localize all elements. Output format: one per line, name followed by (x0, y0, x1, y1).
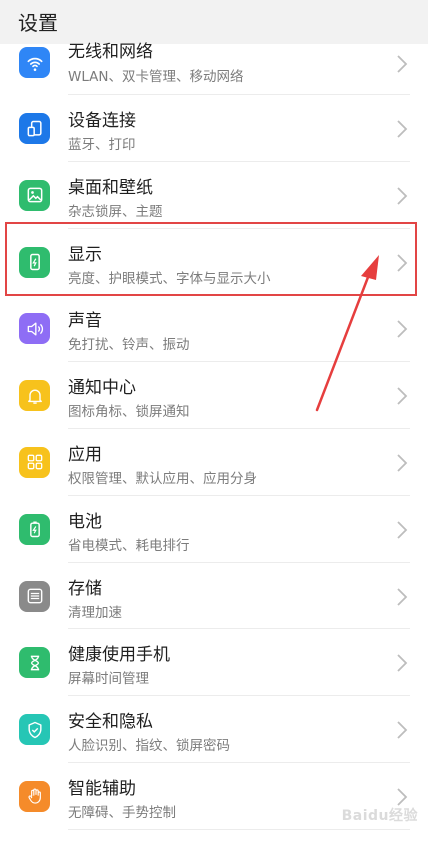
item-subtitle: 杂志锁屏、主题 (68, 203, 163, 220)
item-title: 显示 (68, 244, 102, 265)
watermark-text: Baidu经验 (341, 808, 418, 824)
settings-item-battery[interactable]: 电池 省电模式、耗电排行 (0, 495, 428, 563)
item-subtitle: WLAN、双卡管理、移动网络 (68, 69, 244, 85)
settings-item-wallpaper[interactable]: 桌面和壁纸 杂志锁屏、主题 (0, 161, 428, 229)
chevron-right-icon (396, 787, 408, 807)
item-subtitle: 人脸识别、指纹、锁屏密码 (68, 738, 230, 755)
item-title: 桌面和壁纸 (68, 177, 153, 198)
chevron-right-icon (396, 386, 408, 406)
settings-item-network[interactable]: 无线和网络 WLAN、双卡管理、移动网络 (0, 42, 428, 95)
settings-list: 无线和网络 WLAN、双卡管理、移动网络 设备连接 蓝牙、打印 桌面和壁纸 杂志… (0, 42, 428, 830)
item-subtitle: 省电模式、耗电排行 (68, 537, 190, 554)
hand-icon (19, 780, 50, 812)
item-title: 声音 (68, 311, 102, 332)
settings-item-display[interactable]: 显示 亮度、护眼模式、字体与显示大小 (0, 228, 428, 296)
item-subtitle: 蓝牙、打印 (68, 137, 136, 153)
page-title: 设置 (18, 11, 58, 35)
watermark: Baidu经验 (342, 805, 418, 825)
settings-item-apps[interactable]: 应用 权限管理、默认应用、应用分身 (0, 428, 428, 496)
item-subtitle: 权限管理、默认应用、应用分身 (68, 470, 257, 487)
battery-icon (19, 513, 50, 545)
item-title: 存储 (68, 578, 102, 599)
settings-item-notifications[interactable]: 通知中心 图标角标、锁屏通知 (0, 362, 428, 429)
item-subtitle: 亮度、护眼模式、字体与显示大小 (68, 270, 271, 287)
chevron-right-icon (396, 453, 408, 473)
chevron-right-icon (396, 253, 408, 273)
item-title: 安全和隐私 (68, 712, 153, 733)
chevron-right-icon (396, 319, 408, 339)
chevron-right-icon (396, 186, 408, 206)
wifi-icon (19, 47, 50, 78)
item-subtitle: 无障碍、手势控制 (68, 804, 176, 821)
display-icon (19, 246, 50, 278)
item-subtitle: 清理加速 (68, 604, 122, 621)
chevron-right-icon (396, 587, 408, 607)
chevron-right-icon (396, 119, 408, 139)
item-title: 智能辅助 (68, 778, 136, 799)
hourglass-icon (19, 647, 50, 679)
item-title: 健康使用手机 (68, 645, 170, 666)
sound-icon (19, 313, 50, 345)
item-title: 设备连接 (68, 111, 136, 131)
chevron-right-icon (396, 720, 408, 740)
item-subtitle: 免打扰、铃声、振动 (68, 337, 190, 354)
chevron-right-icon (396, 520, 408, 540)
storage-icon (19, 580, 50, 612)
item-subtitle: 图标角标、锁屏通知 (68, 404, 190, 421)
device-connection-icon (19, 113, 50, 144)
item-subtitle: 屏幕时间管理 (68, 671, 149, 688)
bell-icon (19, 380, 50, 412)
header: 设置 (0, 0, 428, 44)
settings-item-sound[interactable]: 声音 免打扰、铃声、振动 (0, 295, 428, 363)
chevron-right-icon (396, 653, 408, 673)
wallpaper-icon (19, 179, 50, 211)
item-title: 通知中心 (68, 378, 136, 399)
settings-item-digital-balance[interactable]: 健康使用手机 屏幕时间管理 (0, 629, 428, 697)
shield-icon (19, 714, 50, 746)
settings-item-storage[interactable]: 存储 清理加速 (0, 562, 428, 630)
chevron-right-icon (396, 54, 408, 74)
item-title: 应用 (68, 444, 102, 465)
settings-item-device-connection[interactable]: 设备连接 蓝牙、打印 (0, 95, 428, 162)
apps-icon (19, 446, 50, 478)
settings-item-security[interactable]: 安全和隐私 人脸识别、指纹、锁屏密码 (0, 696, 428, 763)
item-title: 无线和网络 (68, 42, 153, 62)
item-title: 电池 (68, 511, 102, 532)
